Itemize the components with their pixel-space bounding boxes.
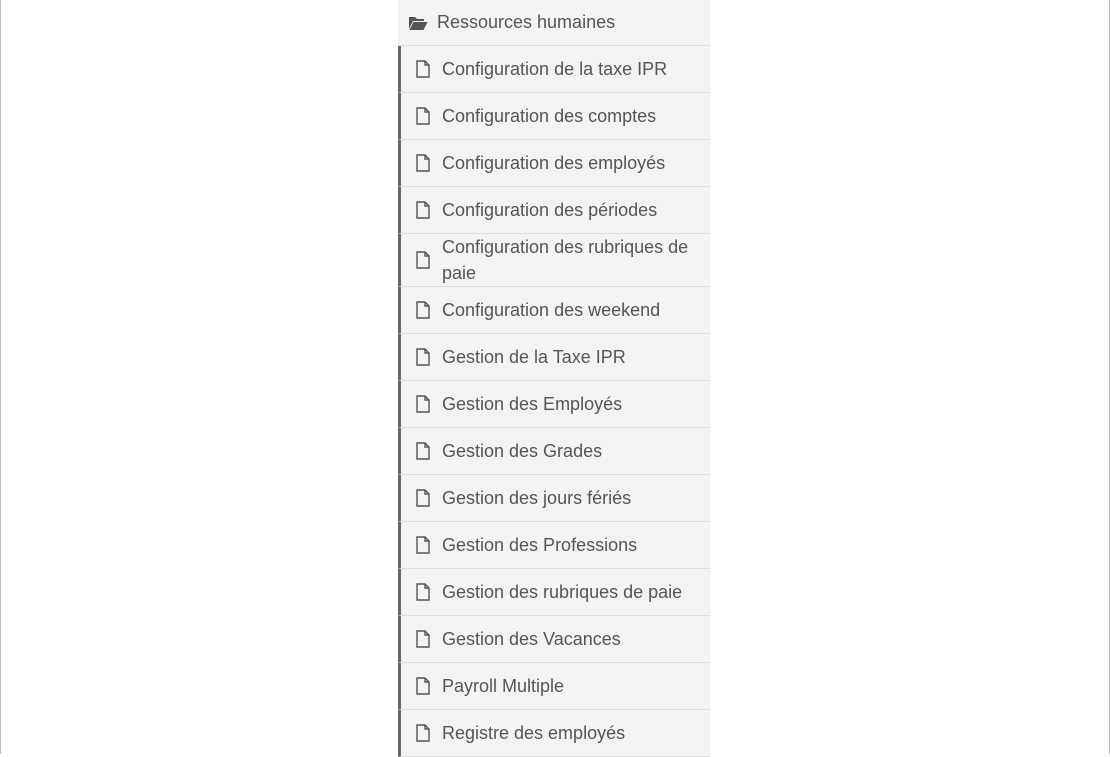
menu-item-config-weekend[interactable]: Configuration des weekend — [398, 287, 710, 334]
window-left-border — [0, 0, 1, 754]
file-icon — [415, 536, 431, 554]
file-icon — [415, 154, 431, 172]
menu-item-payroll-multiple[interactable]: Payroll Multiple — [398, 663, 710, 710]
menu-item-label: Configuration des périodes — [442, 200, 658, 220]
menu-item-label: Gestion des Grades — [442, 441, 603, 461]
menu-item-config-rubriques-paie[interactable]: Configuration des rubriques de paie — [398, 234, 710, 287]
menu-item-gestion-jours-feries[interactable]: Gestion des jours fériés — [398, 475, 710, 522]
menu-item-config-comptes[interactable]: Configuration des comptes — [398, 93, 710, 140]
file-icon — [415, 201, 431, 219]
hr-menu: Ressources humaines Configuration de la … — [398, 0, 710, 757]
file-icon — [415, 677, 431, 695]
file-icon — [415, 583, 431, 601]
menu-item-gestion-taxe-ipr[interactable]: Gestion de la Taxe IPR — [398, 334, 710, 381]
menu-item-label: Registre des employés — [442, 723, 626, 743]
menu-item-label: Configuration des employés — [442, 153, 666, 173]
menu-item-label: Payroll Multiple — [442, 676, 565, 696]
menu-item-gestion-professions[interactable]: Gestion des Professions — [398, 522, 710, 569]
menu-header-label: Ressources humaines — [437, 12, 616, 32]
menu-item-config-taxe-ipr[interactable]: Configuration de la taxe IPR — [398, 46, 710, 93]
menu-item-label: Gestion des Professions — [442, 535, 638, 555]
file-icon — [415, 251, 431, 269]
file-icon — [415, 107, 431, 125]
file-icon — [415, 301, 431, 319]
menu-item-label: Gestion de la Taxe IPR — [442, 347, 626, 367]
menu-item-label: Configuration des rubriques de paie — [442, 237, 689, 283]
menu-item-gestion-rubriques-paie[interactable]: Gestion des rubriques de paie — [398, 569, 710, 616]
menu-item-gestion-grades[interactable]: Gestion des Grades — [398, 428, 710, 475]
menu-item-label: Configuration des comptes — [442, 106, 657, 126]
file-icon — [415, 724, 431, 742]
menu-header-ressources-humaines[interactable]: Ressources humaines — [398, 0, 710, 46]
file-icon — [415, 630, 431, 648]
menu-item-config-employes[interactable]: Configuration des employés — [398, 140, 710, 187]
menu-item-label: Gestion des jours fériés — [442, 488, 632, 508]
menu-item-gestion-vacances[interactable]: Gestion des Vacances — [398, 616, 710, 663]
menu-item-config-periodes[interactable]: Configuration des périodes — [398, 187, 710, 234]
menu-item-label: Configuration des weekend — [442, 300, 661, 320]
menu-item-label: Gestion des Employés — [442, 394, 623, 414]
file-icon — [415, 442, 431, 460]
file-icon — [415, 60, 431, 78]
file-icon — [415, 395, 431, 413]
menu-item-label: Gestion des rubriques de paie — [442, 582, 683, 602]
file-icon — [415, 489, 431, 507]
menu-item-label: Configuration de la taxe IPR — [442, 59, 668, 79]
menu-item-registre-employes[interactable]: Registre des employés — [398, 710, 710, 757]
file-icon — [415, 348, 431, 366]
menu-item-gestion-employes[interactable]: Gestion des Employés — [398, 381, 710, 428]
folder-open-icon — [408, 15, 428, 31]
menu-item-label: Gestion des Vacances — [442, 629, 621, 649]
